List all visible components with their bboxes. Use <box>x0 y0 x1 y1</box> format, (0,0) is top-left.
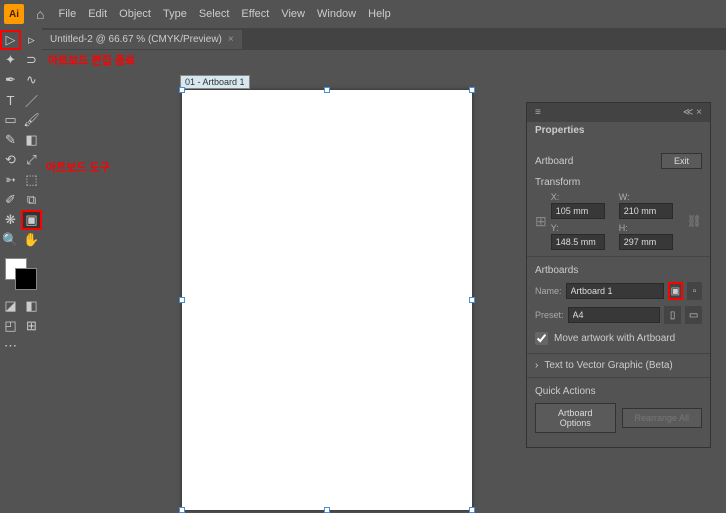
artboard-name-input[interactable] <box>566 283 664 299</box>
draw-mode-icon[interactable]: ◰ <box>0 316 21 336</box>
context-label: Artboard <box>535 156 573 167</box>
artboard-tool[interactable]: ▣ <box>21 210 42 230</box>
panel-close-icon[interactable]: ≪ × <box>683 107 702 118</box>
free-transform-tool[interactable]: ⬚ <box>21 170 42 190</box>
h-label: H: <box>619 223 628 233</box>
menu-bar: Ai ⌂ File Edit Object Type Select Effect… <box>0 0 726 28</box>
annotation-artboard-tool: 아트보드 도구 <box>46 159 110 175</box>
magic-wand-tool[interactable]: ✦ <box>0 50 21 70</box>
handle[interactable] <box>324 507 330 513</box>
symbol-sprayer-tool[interactable]: ❋ <box>0 210 21 230</box>
move-artwork-label: Move artwork with Artboard <box>554 333 675 344</box>
menu-type[interactable]: Type <box>157 8 193 20</box>
selection-tool[interactable]: ▷ <box>0 30 21 50</box>
panel-menu-icon[interactable]: ≡ <box>535 107 541 118</box>
menu-effect[interactable]: Effect <box>235 8 275 20</box>
name-label: Name: <box>535 286 562 296</box>
text-to-vector-section[interactable]: › Text to Vector Graphic (Beta) <box>535 360 702 371</box>
blend-tool[interactable]: ⧉ <box>21 190 42 210</box>
shaper-tool[interactable]: ✎ <box>0 130 21 150</box>
orientation-portrait-icon[interactable]: ▯ <box>664 306 681 324</box>
direct-selection-tool[interactable]: ▹ <box>21 30 42 50</box>
hand-tool[interactable]: ✋ <box>21 230 42 250</box>
tab-bar: Untitled-2 @ 66.67 % (CMYK/Preview) × <box>42 28 726 50</box>
annotation-finish-edit: 아트보드 편집 종료 <box>48 52 135 68</box>
menu-file[interactable]: File <box>52 8 82 20</box>
handle[interactable] <box>324 87 330 93</box>
orientation-landscape-icon[interactable]: ▭ <box>685 306 702 324</box>
y-label: Y: <box>551 223 559 233</box>
stroke-color[interactable] <box>15 268 37 290</box>
handle[interactable] <box>179 87 185 93</box>
preset-label: Preset: <box>535 310 564 320</box>
properties-panel: ≡ ≪ × Properties Artboard Exit Transform… <box>526 102 711 448</box>
tab-close-icon[interactable]: × <box>228 34 234 45</box>
paintbrush-tool[interactable]: 🖌 <box>21 110 42 130</box>
handle[interactable] <box>179 507 185 513</box>
rotate-tool[interactable]: ⟲ <box>0 150 21 170</box>
artboard-label[interactable]: 01 - Artboard 1 <box>180 75 250 89</box>
menu-window[interactable]: Window <box>311 8 362 20</box>
menu-help[interactable]: Help <box>362 8 397 20</box>
move-artwork-checkbox[interactable] <box>535 332 548 345</box>
gradient-mode-icon[interactable]: ◧ <box>21 296 42 316</box>
y-input[interactable] <box>551 234 605 250</box>
delete-artboard-button[interactable]: ▫ <box>687 282 702 300</box>
pen-tool[interactable]: ✒ <box>0 70 21 90</box>
artboard-options-button[interactable]: Artboard Options <box>535 403 616 433</box>
toolbar: ▷ ▹ ✦ ⊃ ✒ ∿ T ／ ▭ 🖌 ✎ ◧ ⟲ ⤢ ➳ ⬚ ✐ ⧉ ❋ ▣ … <box>0 28 42 513</box>
scale-tool[interactable]: ⤢ <box>21 150 42 170</box>
menu-object[interactable]: Object <box>113 8 157 20</box>
text-to-vector-label: Text to Vector Graphic (Beta) <box>544 360 672 371</box>
h-input[interactable] <box>619 234 673 250</box>
chevron-right-icon: › <box>535 360 538 371</box>
eyedropper-tool[interactable]: ✐ <box>0 190 21 210</box>
menu-select[interactable]: Select <box>193 8 236 20</box>
zoom-tool[interactable]: 🔍 <box>0 230 21 250</box>
handle[interactable] <box>179 297 185 303</box>
handle[interactable] <box>469 297 475 303</box>
transform-title: Transform <box>535 177 702 188</box>
handle[interactable] <box>469 507 475 513</box>
width-tool[interactable]: ➳ <box>0 170 21 190</box>
x-label: X: <box>551 192 560 202</box>
handle[interactable] <box>469 87 475 93</box>
menu-edit[interactable]: Edit <box>82 8 113 20</box>
menu-view[interactable]: View <box>275 8 311 20</box>
line-tool[interactable]: ／ <box>21 90 42 110</box>
artboards-title: Artboards <box>535 265 702 276</box>
app-icon: Ai <box>4 4 24 24</box>
lasso-tool[interactable]: ⊃ <box>21 50 42 70</box>
rearrange-all-button[interactable]: Rearrange All <box>622 408 703 428</box>
rectangle-tool[interactable]: ▭ <box>0 110 21 130</box>
type-tool[interactable]: T <box>0 90 21 110</box>
home-icon[interactable]: ⌂ <box>36 6 44 22</box>
eraser-tool[interactable]: ◧ <box>21 130 42 150</box>
panel-header: ≡ ≪ × <box>527 103 710 122</box>
document-tab-title: Untitled-2 @ 66.67 % (CMYK/Preview) <box>50 34 222 45</box>
x-input[interactable] <box>551 203 605 219</box>
w-input[interactable] <box>619 203 673 219</box>
exit-button[interactable]: Exit <box>661 153 702 169</box>
quick-actions-title: Quick Actions <box>535 386 702 397</box>
link-icon[interactable]: ⛓ <box>687 214 702 228</box>
preset-select[interactable]: A4 <box>568 307 661 323</box>
reference-point-icon[interactable]: ⊞ <box>535 213 547 230</box>
color-mode-icon[interactable]: ◪ <box>0 296 21 316</box>
artboard[interactable]: 01 - Artboard 1 <box>182 90 472 510</box>
w-label: W: <box>619 192 630 202</box>
document-tab[interactable]: Untitled-2 @ 66.67 % (CMYK/Preview) × <box>42 30 242 49</box>
curvature-tool[interactable]: ∿ <box>21 70 42 90</box>
edit-toolbar-icon[interactable]: ⋯ <box>0 336 21 356</box>
panel-title: Properties <box>527 122 710 139</box>
new-artboard-button[interactable]: ▣ <box>668 282 684 300</box>
screen-mode-icon[interactable]: ⊞ <box>21 316 42 336</box>
